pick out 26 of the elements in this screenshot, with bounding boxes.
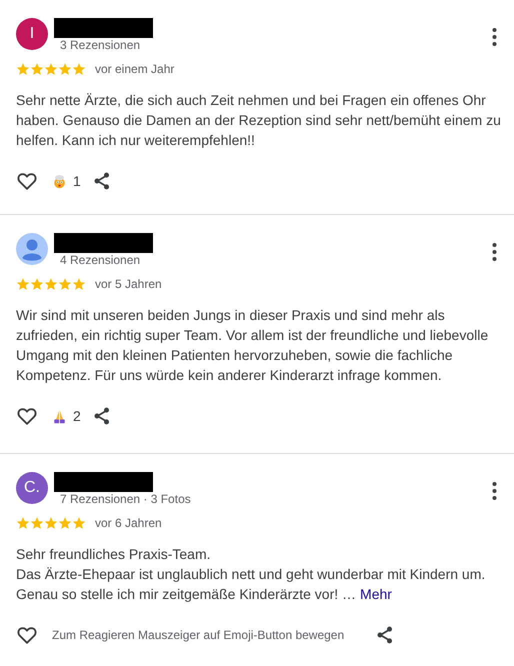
review-text: Genau so stelle ich mir zeitgemäße Kinderärzte vor! … Mehr	[16, 585, 393, 604]
review-count[interactable]: 4 Rezensionen	[60, 253, 492, 267]
person-avatar-icon[interactable]	[16, 233, 48, 265]
share-icon[interactable]	[92, 172, 111, 190]
review-date: vor 5 Jahren	[95, 277, 162, 291]
review-date: vor einem Jahr	[95, 62, 174, 76]
review-count[interactable]: 7 Rezensionen · 3 Fotos	[60, 492, 492, 506]
exploding-head-emoji-icon[interactable]	[52, 174, 67, 188]
more-options-icon[interactable]	[492, 482, 497, 500]
review-count[interactable]: 3 Rezensionen	[60, 38, 492, 52]
share-icon[interactable]	[376, 626, 394, 644]
avatar[interactable]: I	[16, 18, 48, 50]
more-options-icon[interactable]	[492, 28, 497, 46]
review-text: Wir sind mit unseren beiden Jungs in dieser Praxis und sind mehr als zufrieden, ein richtig super Team. Vor allem ist der freundliche und liebevolle Umgang mit den kleinen Patienten hervorzuheben, sowie die fachliche Kompetenz. Für uns würde kein anderer Kinderarzt infrage kommen.	[16, 306, 490, 385]
reaction-hint: Zum Reagieren Mauszeiger auf Emoji-Button bewegen	[52, 628, 344, 642]
review-text: Das Ärzte-Ehepaar ist unglaublich nett und geht wunderbar mit Kindern um.	[16, 565, 486, 584]
review-text: Sehr nette Ärzte, die sich auch Zeit nehmen und bei Fragen ein offenes Ohr haben. Genauso die Damen an der Rezeption sind sehr nett/bemüht einem zu helfen. Kann ich nur weiterempfehlen!!	[16, 91, 502, 150]
review-date: vor 6 Jahren	[95, 516, 162, 530]
more-options-icon[interactable]	[492, 243, 497, 261]
more-link[interactable]: Mehr	[360, 586, 392, 602]
avatar[interactable]: C.	[16, 472, 48, 504]
praying-hands-icon[interactable]	[52, 408, 67, 424]
reaction-count: 2	[73, 408, 81, 424]
review-text: Sehr freundliches Praxis-Team.	[16, 545, 212, 564]
reaction-count: 1	[73, 173, 81, 189]
share-icon[interactable]	[92, 407, 111, 425]
